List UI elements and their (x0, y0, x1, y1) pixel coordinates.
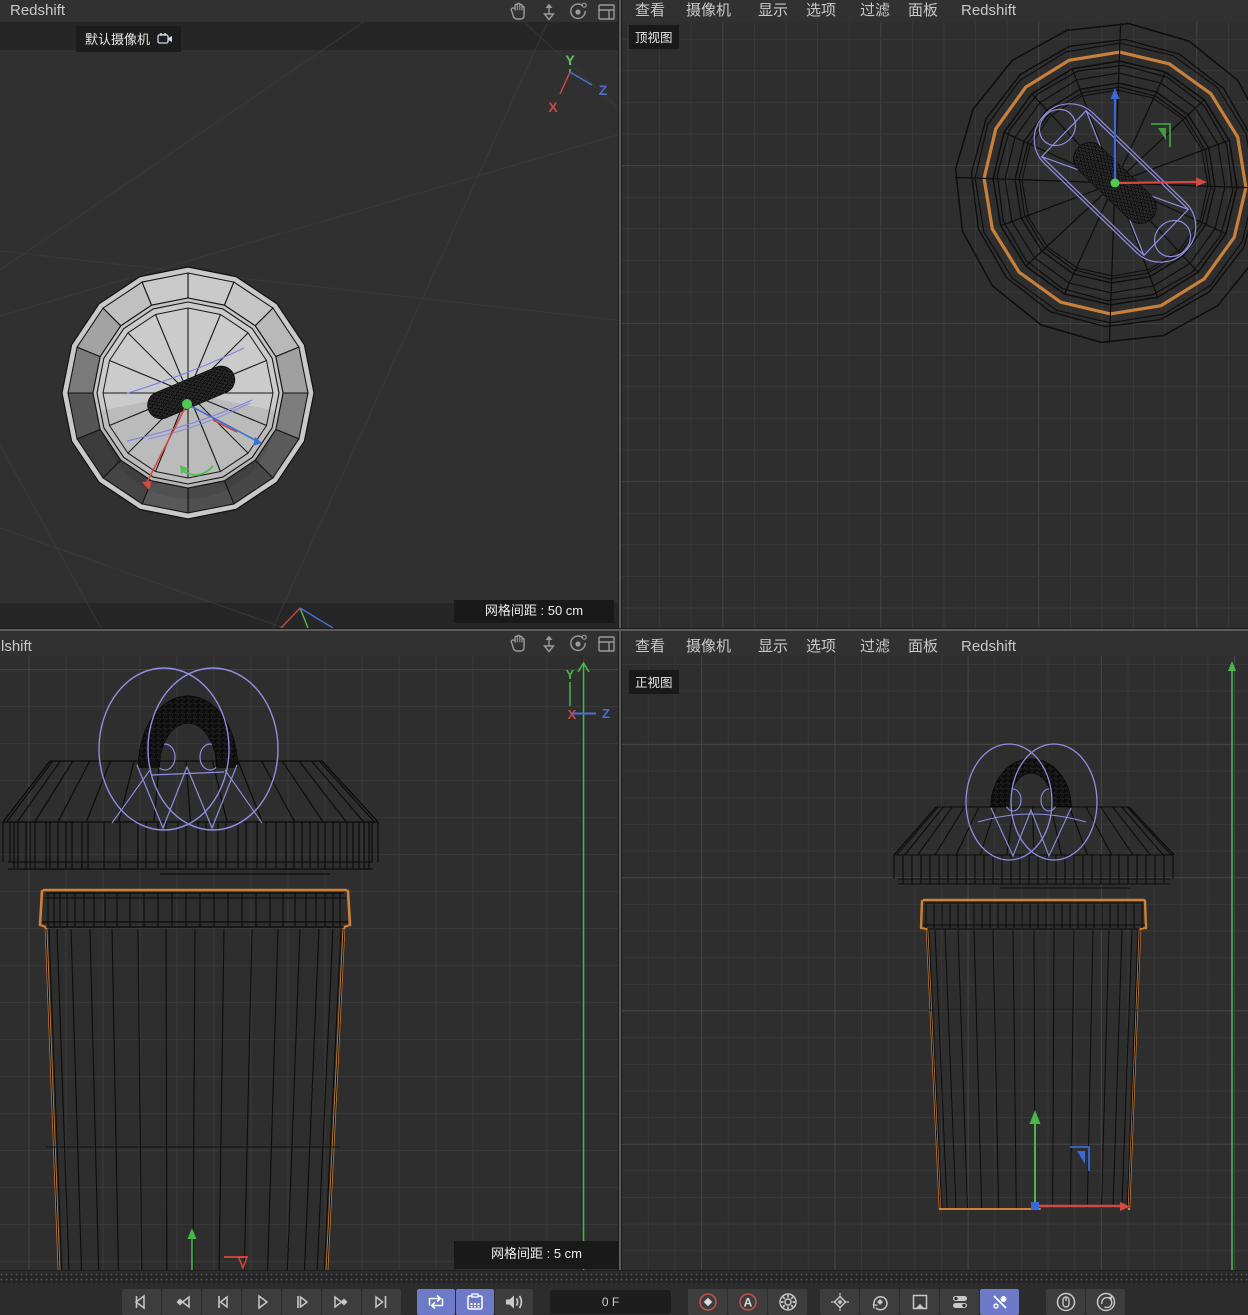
svg-text:Z: Z (602, 706, 610, 721)
svg-text:Y: Y (565, 52, 575, 68)
svg-text:Y: Y (566, 667, 575, 682)
svg-text:A: A (743, 1296, 752, 1310)
svg-text:X: X (548, 99, 558, 115)
svg-text:Z: Z (599, 82, 608, 98)
